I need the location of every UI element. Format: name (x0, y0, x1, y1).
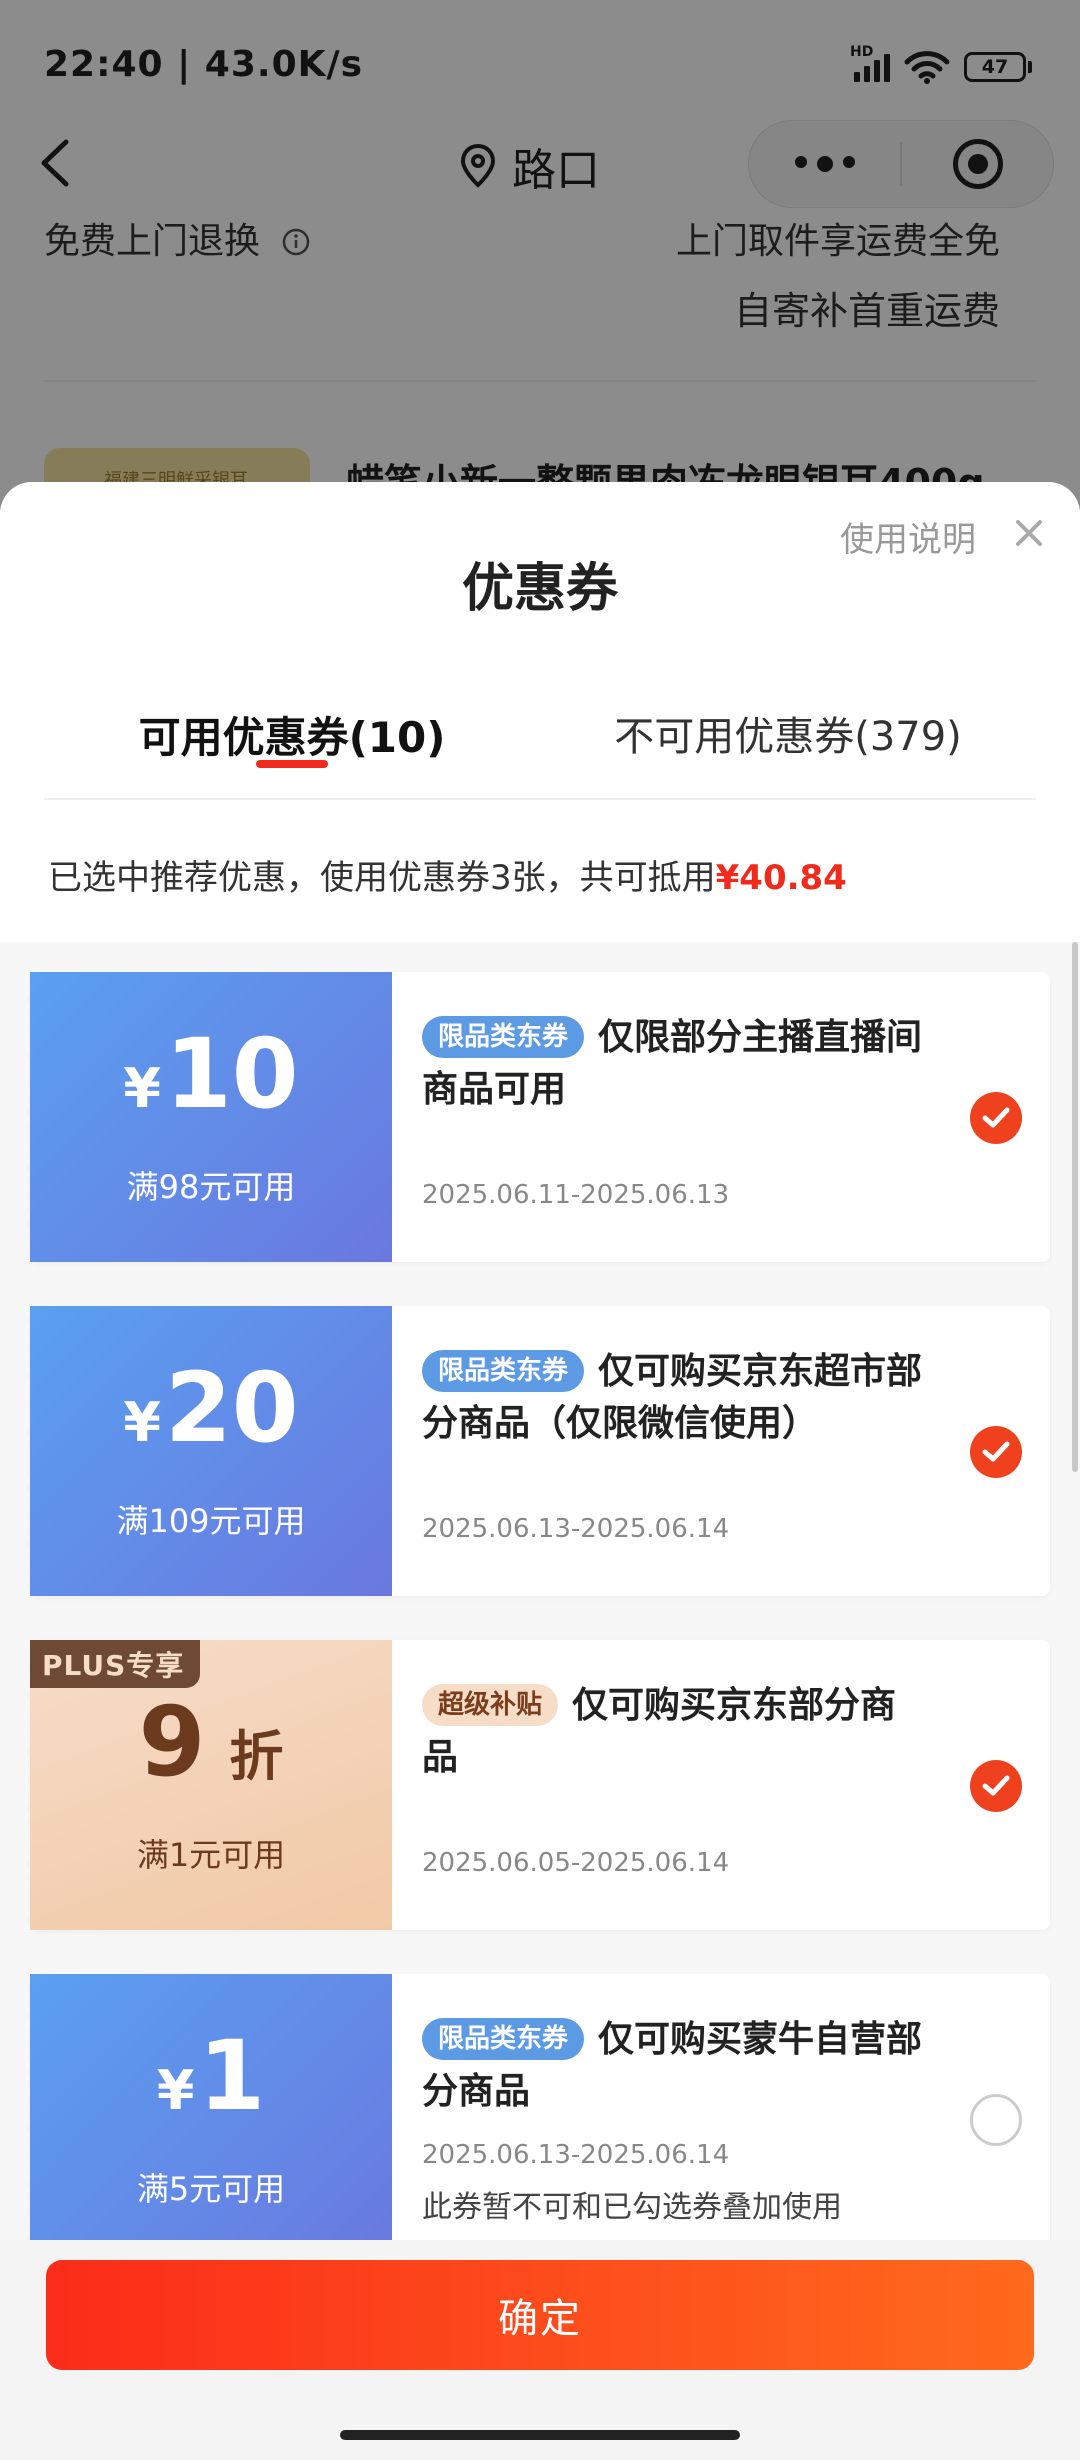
check-icon (982, 1441, 1010, 1462)
coupon-currency: ¥ (156, 2059, 195, 2122)
coupon-checkbox[interactable] (970, 2094, 1022, 2146)
coupon-description: 限品类东券 仅可购买京东超市部分商品（仅限微信使用） (422, 1346, 930, 1450)
home-indicator (340, 2430, 740, 2440)
coupon-value-panel: PLUS专享 9 折 满1元可用 (24, 1640, 392, 1930)
summary-text: 已选中推荐优惠，使用优惠券3张，共可抵用 (48, 858, 716, 898)
confirm-button[interactable]: 确定 (46, 2260, 1034, 2370)
coupon-card[interactable]: ¥ 1 满5元可用 限品类东券 仅可购买蒙牛自营部分商品 2025.06.13-2… (24, 1974, 1050, 2240)
coupon-description: 限品类东券 仅限部分主播直播间商品可用 (422, 1012, 930, 1116)
coupon-description: 限品类东券 仅可购买蒙牛自营部分商品 (422, 2014, 930, 2118)
coupon-amount: ¥ 1 (157, 2028, 265, 2124)
sheet-header: 使用说明 优惠券 可用优惠券(10) 不可用优惠券(379) 已选中推荐优惠，使… (0, 482, 1080, 942)
coupon-stack-note: 此券暂不可和已勾选券叠加使用 (422, 2190, 842, 2225)
tab-active-indicator (256, 760, 328, 768)
coupon-description: 超级补贴 仅可购买京东部分商品 (422, 1680, 930, 1784)
sheet-title: 优惠券 (461, 559, 618, 619)
sheet-footer: 确定 (0, 2240, 1080, 2460)
coupon-info: 超级补贴 仅可购买京东部分商品 2025.06.05-2025.06.14 (392, 1640, 1050, 1930)
coupon-tag: 限品类东券 (422, 1350, 585, 1392)
coupon-validity: 2025.06.11-2025.06.13 (422, 1180, 730, 1210)
coupon-currency: ¥ (123, 1057, 161, 1120)
coupon-info: 限品类东券 仅可购买蒙牛自营部分商品 2025.06.13-2025.06.14 … (392, 1974, 1050, 2240)
coupon-condition: 满109元可用 (116, 1502, 306, 1540)
coupon-info: 限品类东券 仅可购买京东超市部分商品（仅限微信使用） 2025.06.13-202… (392, 1306, 1050, 1596)
coupon-value: 10 (164, 1018, 299, 1130)
coupon-tag: 限品类东券 (422, 1016, 585, 1058)
coupon-unit: 折 (229, 1725, 284, 1788)
coupon-value: 1 (198, 2020, 266, 2132)
coupon-value-panel: ¥ 10 满98元可用 (24, 972, 392, 1262)
coupon-value-panel: ¥ 1 满5元可用 (24, 1974, 392, 2240)
coupon-tag: 超级补贴 (422, 1684, 559, 1726)
tab-unavailable-label: 不可用优惠券(379) (614, 714, 962, 760)
summary-amount: ¥40.84 (715, 858, 847, 898)
plus-exclusive-badge: PLUS专享 (30, 1640, 201, 1688)
tab-available-label: 可用优惠券(10) (138, 713, 446, 762)
coupon-value: 20 (164, 1352, 299, 1464)
coupon-validity: 2025.06.05-2025.06.14 (422, 1848, 730, 1878)
check-icon (982, 1107, 1010, 1128)
check-icon (982, 1775, 1010, 1796)
coupon-checkbox[interactable] (970, 1760, 1022, 1812)
coupon-checkbox[interactable] (970, 1092, 1022, 1144)
tab-unavailable[interactable]: 不可用优惠券(379) (540, 700, 1036, 798)
coupon-amount: 9 折 (139, 1694, 284, 1790)
coupon-validity: 2025.06.13-2025.06.14 (422, 2140, 730, 2170)
coupon-card[interactable]: ¥ 10 满98元可用 限品类东券 仅限部分主播直播间商品可用 2025.06.1… (24, 972, 1050, 1262)
close-icon[interactable] (1012, 516, 1046, 550)
coupon-info: 限品类东券 仅限部分主播直播间商品可用 2025.06.11-2025.06.13 (392, 972, 1050, 1262)
coupon-validity: 2025.06.13-2025.06.14 (422, 1514, 730, 1544)
coupon-card[interactable]: ¥ 20 满109元可用 限品类东券 仅可购买京东超市部分商品（仅限微信使用） 2… (24, 1306, 1050, 1596)
coupon-checkbox[interactable] (970, 1426, 1022, 1478)
coupon-condition: 满98元可用 (126, 1168, 296, 1206)
coupon-list[interactable]: ¥ 10 满98元可用 限品类东券 仅限部分主播直播间商品可用 2025.06.1… (0, 942, 1080, 2240)
scrollbar[interactable] (1072, 942, 1078, 1472)
coupon-card[interactable]: PLUS专享 9 折 满1元可用 超级补贴 仅可购买京东部分商品 2025.06.… (24, 1640, 1050, 1930)
coupon-tag: 限品类东券 (422, 2018, 585, 2060)
background-page: 22:40 | 43.0K/s HD 47 路口 免费上门退换 上门取件享运费全… (0, 0, 1080, 520)
coupon-value: 9 (138, 1686, 206, 1798)
coupon-tabs: 可用优惠券(10) 不可用优惠券(379) (44, 700, 1036, 800)
selection-summary: 已选中推荐优惠，使用优惠券3张，共可抵用¥40.84 (48, 850, 847, 899)
coupon-sheet: 使用说明 优惠券 可用优惠券(10) 不可用优惠券(379) 已选中推荐优惠，使… (0, 482, 1080, 2460)
coupon-amount: ¥ 20 (123, 1360, 298, 1456)
coupon-condition: 满5元可用 (136, 2170, 286, 2208)
coupon-value-panel: ¥ 20 满109元可用 (24, 1306, 392, 1596)
tab-available[interactable]: 可用优惠券(10) (44, 700, 540, 798)
dim-overlay[interactable] (0, 0, 1080, 520)
coupon-currency: ¥ (123, 1391, 161, 1454)
coupon-amount: ¥ 10 (123, 1026, 298, 1122)
coupon-condition: 满1元可用 (136, 1836, 286, 1874)
